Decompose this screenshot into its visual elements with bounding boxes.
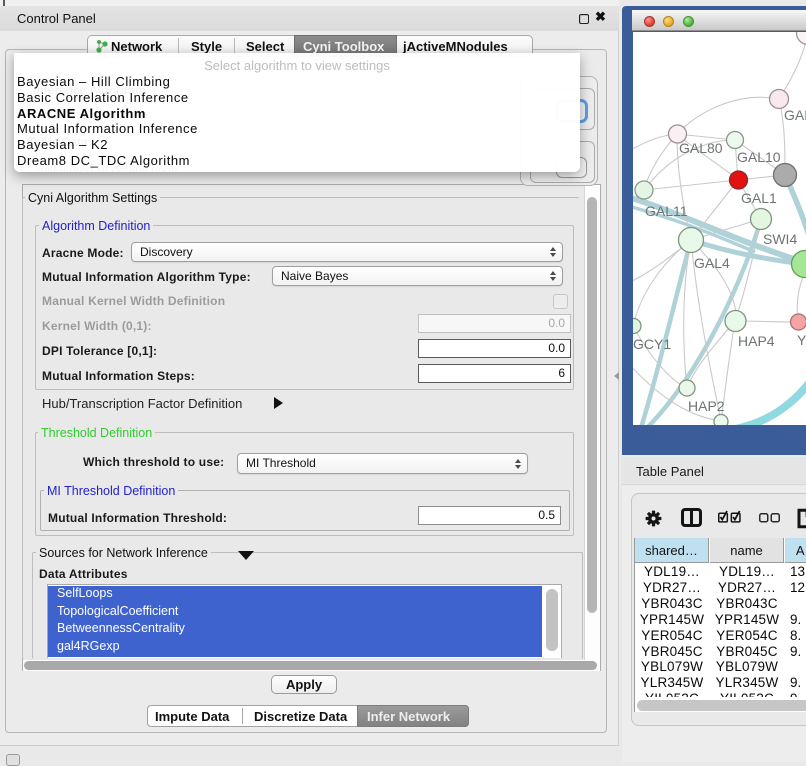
svg-text:GAL1: GAL1: [741, 190, 777, 206]
svg-text:GAL4: GAL4: [694, 255, 730, 271]
svg-text:YB: YB: [797, 332, 806, 348]
svg-text:GCY1: GCY1: [633, 336, 671, 352]
svg-text:HAP2: HAP2: [688, 398, 725, 414]
svg-text:GAL10: GAL10: [737, 149, 781, 165]
svg-text:GAL11: GAL11: [645, 203, 688, 219]
svg-text:HAP4: HAP4: [738, 333, 775, 349]
svg-text:GAL2: GAL2: [784, 107, 806, 123]
svg-text:GAL80: GAL80: [679, 140, 723, 156]
svg-text:SWI4: SWI4: [763, 231, 797, 247]
